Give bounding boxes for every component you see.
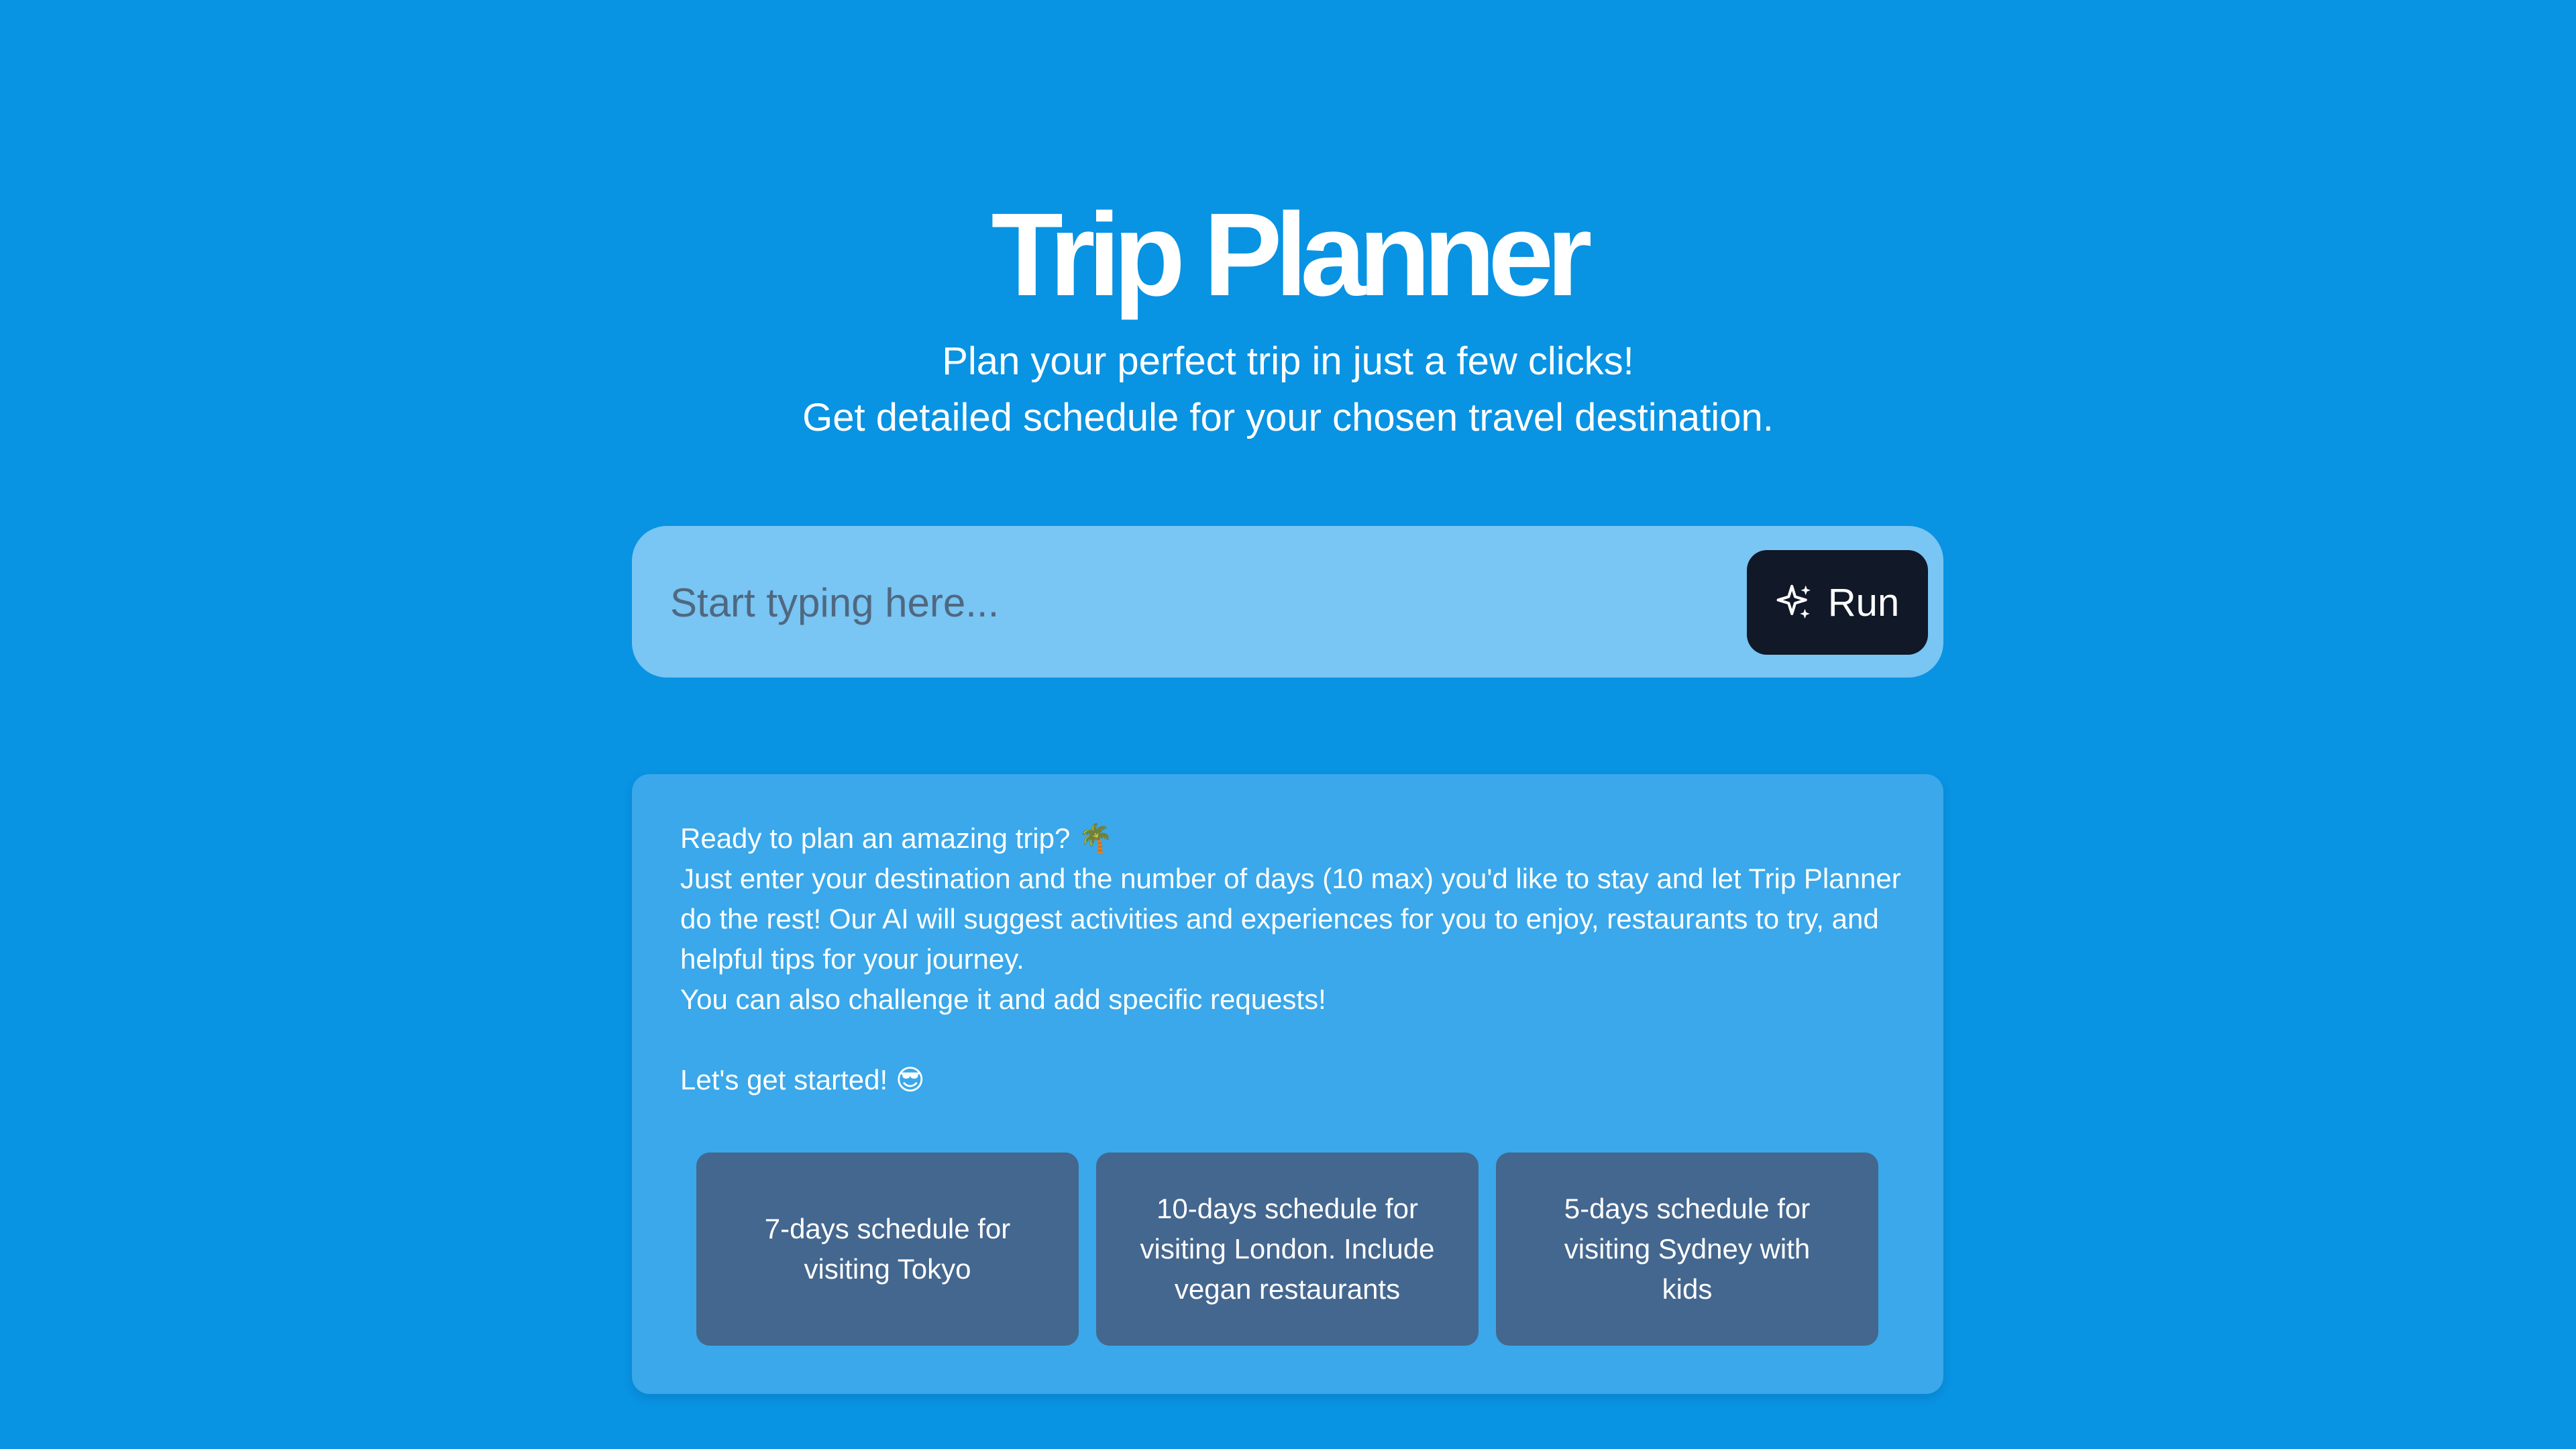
info-description: Just enter your destination and the numb… [680,863,1901,975]
destination-input[interactable] [669,551,1678,653]
info-start: Let's get started! 😎 [680,1064,925,1095]
run-button-label: Run [1827,580,1900,625]
run-button[interactable]: Run [1747,550,1928,655]
sparkles-icon [1776,584,1811,619]
suggestion-london-button[interactable]: 10-days schedule for visiting London. In… [1096,1152,1479,1346]
search-box: Run [632,526,1943,678]
suggestion-list: 7-days schedule for visiting Tokyo 10-da… [696,1152,1878,1346]
suggestion-tokyo-button[interactable]: 7-days schedule for visiting Tokyo [696,1152,1079,1346]
info-challenge: You can also challenge it and add specif… [680,983,1326,1015]
info-text: Ready to plan an amazing trip? 🌴 Just en… [680,818,1901,1100]
subtitle-line-2: Get detailed schedule for your chosen tr… [802,396,1774,439]
page-title: Trip Planner [991,189,1592,321]
info-heading: Ready to plan an amazing trip? 🌴 [680,822,1114,854]
subtitle-line-1: Plan your perfect trip in just a few cli… [942,339,1634,383]
suggestion-sydney-button[interactable]: 5-days schedule for visiting Sydney with… [1496,1152,1878,1346]
info-card: Ready to plan an amazing trip? 🌴 Just en… [632,774,1943,1394]
trip-planner-page: Trip Planner Plan your perfect trip in j… [0,0,2576,1449]
page-subtitle: Plan your perfect trip in just a few cli… [0,333,2576,446]
